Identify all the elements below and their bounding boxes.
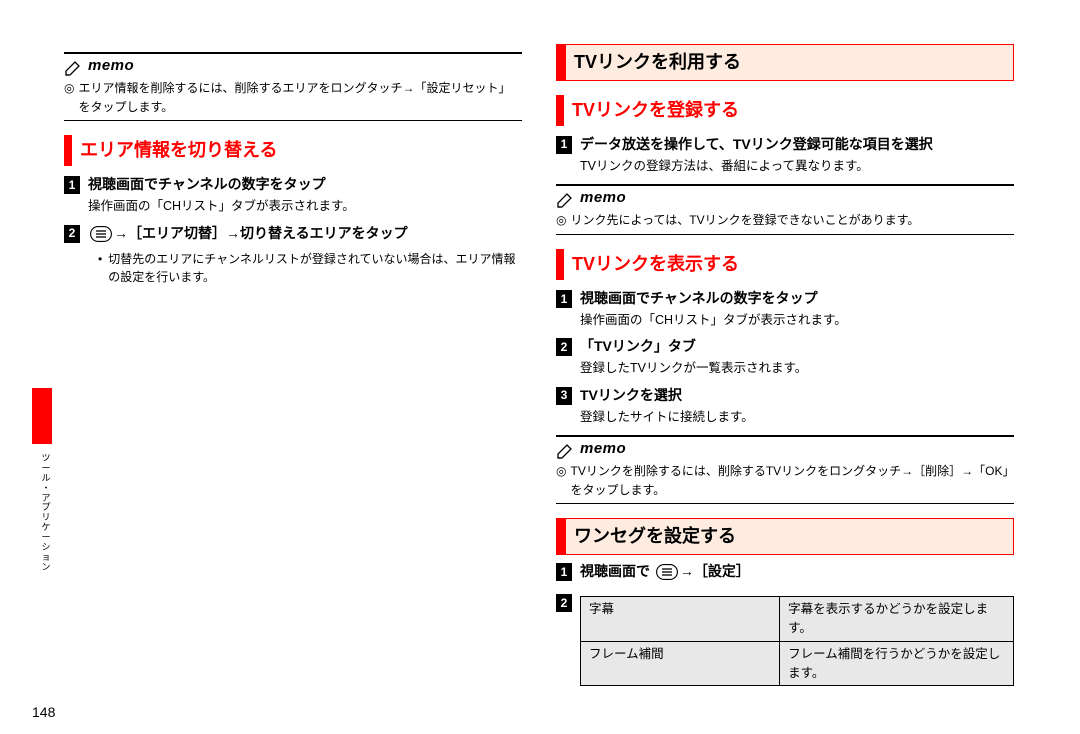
step-title-text-before: 視聴画面で [580,563,650,579]
step-title: →［エリア切替］→切り替えるエリアをタップ [88,223,408,248]
settings-desc: 字幕を表示するかどうかを設定します。 [780,597,1014,642]
memo-list: ◎ リンク先によっては、TVリンクを登録できないことがあります。 [556,211,1014,230]
left-column: memo ◎ エリア情報を削除するには、削除するエリアをロングタッチ→「設定リセ… [64,44,522,686]
heading-use-tvlink: TVリンクを利用する [556,44,1014,81]
step-number-icon: 1 [556,563,572,581]
show-step-1: 1 視聴画面でチャンネルの数字をタップ [556,288,1014,309]
side-label: ツール・アプリケーション [40,454,52,573]
memo-head: memo [64,54,522,77]
step-number-icon: 1 [556,290,572,308]
right-column: TVリンクを利用する TVリンクを登録する 1 データ放送を操作して、TVリンク… [556,44,1014,686]
memo-list: ◎ エリア情報を削除するには、削除するエリアをロングタッチ→「設定リセット」をタ… [64,79,522,116]
memo-item: ◎ TVリンクを削除するには、削除するTVリンクをロングタッチ→［削除］→「OK… [556,462,1014,499]
memo-title: memo [580,186,626,209]
columns: memo ◎ エリア情報を削除するには、削除するエリアをロングタッチ→「設定リセ… [64,44,1024,686]
memo-text: エリア情報を削除するには、削除するエリアをロングタッチ→「設定リセット」をタップ… [78,79,522,116]
heading-switch-area: エリア情報を切り替える [64,135,522,166]
memo-title: memo [580,437,626,460]
step-title-text-after: →［設定］ [680,563,750,579]
memo-bullet-icon: ◎ [556,211,566,230]
bullet-icon: • [98,250,102,287]
page-number: 148 [32,702,55,724]
memo-item: ◎ リンク先によっては、TVリンクを登録できないことがあります。 [556,211,1014,230]
step-note: • 切替先のエリアにチャンネルリストが登録されていない場合は、エリア情報の設定を… [98,250,522,287]
step-number-icon: 2 [64,225,80,243]
memo-head: memo [556,437,1014,460]
memo-2: memo ◎ リンク先によっては、TVリンクを登録できないことがあります。 [556,184,1014,235]
heading-register-tvlink: TVリンクを登録する [556,95,1014,126]
menu-key-icon [656,564,678,586]
memo-1: memo ◎ エリア情報を削除するには、削除するエリアをロングタッチ→「設定リセ… [64,52,522,121]
pencil-icon [556,191,574,209]
memo-list: ◎ TVリンクを削除するには、削除するTVリンクをロングタッチ→［削除］→「OK… [556,462,1014,499]
step-note-text: 切替先のエリアにチャンネルリストが登録されていない場合は、エリア情報の設定を行い… [108,250,522,287]
step-desc: TVリンクの登録方法は、番組によって異なります。 [580,157,1014,176]
memo-text: リンク先によっては、TVリンクを登録できないことがあります。 [570,211,1014,230]
memo-3: memo ◎ TVリンクを削除するには、削除するTVリンクをロングタッチ→［削除… [556,435,1014,504]
oneseg-step-1: 1 視聴画面で →［設定］ [556,561,1014,586]
step-desc: 登録したTVリンクが一覧表示されます。 [580,359,1014,378]
pencil-icon [64,59,82,77]
step-title: 「TVリンク」タブ [580,336,696,357]
show-step-2: 2 「TVリンク」タブ [556,336,1014,357]
step-number-icon: 1 [64,176,80,194]
step-number-icon: 2 [556,594,572,612]
table-row: 字幕 字幕を表示するかどうかを設定します。 [581,597,1014,642]
memo-head: memo [556,186,1014,209]
step-title-text: →［エリア切替］→切り替えるエリアをタップ [114,225,408,241]
step-desc: 操作画面の「CHリスト」タブが表示されます。 [580,311,1014,330]
heading-oneseg-settings: ワンセグを設定する [556,518,1014,555]
pencil-icon [556,442,574,460]
step-desc: 操作画面の「CHリスト」タブが表示されます。 [88,197,522,216]
oneseg-step-2: 2 字幕 字幕を表示するかどうかを設定します。 フレーム補間 フレーム補間を行う… [556,592,1014,686]
settings-table: 字幕 字幕を表示するかどうかを設定します。 フレーム補間 フレーム補間を行うかど… [580,596,1014,686]
memo-bullet-icon: ◎ [64,79,74,98]
step-number-icon: 2 [556,338,572,356]
reg-step-1: 1 データ放送を操作して、TVリンク登録可能な項目を選択 [556,134,1014,155]
settings-label: フレーム補間 [581,641,780,686]
memo-title: memo [88,54,134,77]
step-desc: 登録したサイトに接続します。 [580,408,1014,427]
memo-bullet-icon: ◎ [556,462,566,481]
menu-key-icon [90,226,112,248]
table-row: フレーム補間 フレーム補間を行うかどうかを設定します。 [581,641,1014,686]
side-tab [32,388,52,444]
step-number-icon: 3 [556,387,572,405]
step-title: 視聴画面でチャンネルの数字をタップ [580,288,818,309]
step-1: 1 視聴画面でチャンネルの数字をタップ [64,174,522,195]
page: ツール・アプリケーション 148 memo ◎ エリア情報を削除するには、削除す… [0,0,1080,734]
show-step-3: 3 TVリンクを選択 [556,385,1014,406]
step-number-icon: 1 [556,136,572,154]
memo-item: ◎ エリア情報を削除するには、削除するエリアをロングタッチ→「設定リセット」をタ… [64,79,522,116]
settings-label: 字幕 [581,597,780,642]
step-title: TVリンクを選択 [580,385,682,406]
step-title: 視聴画面で →［設定］ [580,561,750,586]
settings-desc: フレーム補間を行うかどうかを設定します。 [780,641,1014,686]
step-title: 視聴画面でチャンネルの数字をタップ [88,174,326,195]
step-title: データ放送を操作して、TVリンク登録可能な項目を選択 [580,134,933,155]
heading-show-tvlink: TVリンクを表示する [556,249,1014,280]
step-2: 2 →［エリア切替］→切り替えるエリアをタップ [64,223,522,248]
memo-text: TVリンクを削除するには、削除するTVリンクをロングタッチ→［削除］→「OK」を… [570,462,1014,499]
